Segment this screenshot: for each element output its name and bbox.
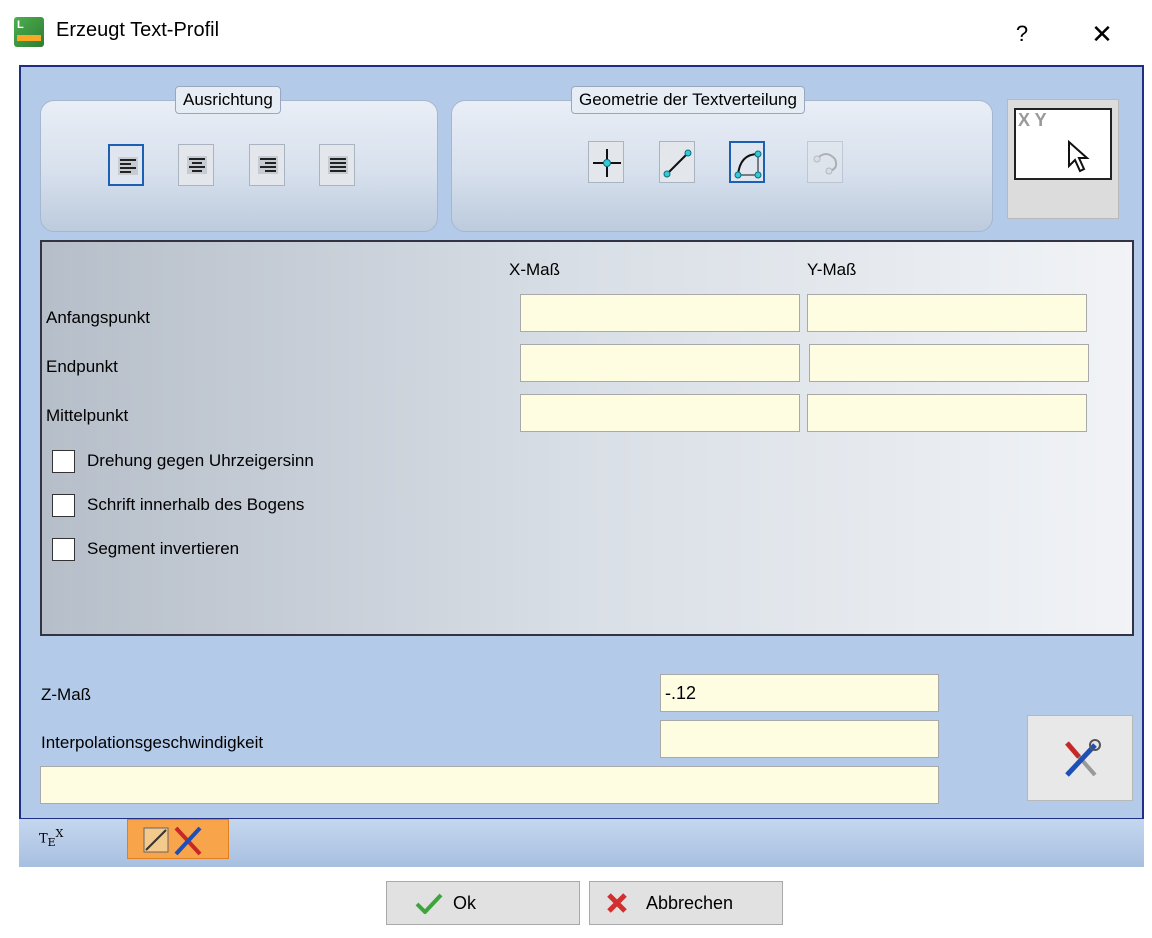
z-measure-label: Z-Maß — [41, 685, 92, 704]
invert-segment-label: Segment invertieren — [87, 539, 240, 558]
start-point-label: Anfangspunkt — [46, 308, 150, 327]
center-point-y-input[interactable] — [807, 394, 1087, 432]
tab-text[interactable]: TEX — [39, 827, 63, 849]
dialog-footer: Ok Abbrechen — [0, 867, 1152, 938]
tools-button[interactable] — [1027, 715, 1133, 801]
align-right-button[interactable] — [249, 144, 285, 186]
inside-arc-label: Schrift innerhalb des Bogens — [87, 495, 305, 514]
pick-point-preview-button[interactable]: X Y — [1007, 99, 1119, 219]
ccw-rotation-checkbox[interactable] — [52, 450, 75, 473]
start-point-x-input[interactable] — [520, 294, 800, 332]
end-point-y-input[interactable] — [809, 344, 1089, 382]
xy-overlay-label: X Y — [1018, 110, 1047, 130]
tab-tools[interactable] — [127, 819, 229, 859]
align-left-icon — [118, 157, 138, 175]
align-justify-button[interactable] — [319, 144, 355, 186]
title-bar: L Erzeugt Text-Profil ? ✕ — [0, 0, 1152, 64]
geometry-arc-button[interactable] — [729, 141, 765, 183]
ccw-rotation-label: Drehung gegen Uhrzeigersinn — [87, 451, 314, 470]
interpolation-speed-label: Interpolationsgeschwindigkeit — [41, 733, 264, 752]
align-justify-icon — [328, 156, 348, 174]
crosshair-point-icon — [593, 149, 621, 177]
center-point-label: Mittelpunkt — [46, 406, 129, 425]
center-point-x-input[interactable] — [520, 394, 800, 432]
alignment-group-label: Ausrichtung — [175, 86, 281, 114]
text-input[interactable] — [40, 766, 939, 804]
align-center-button[interactable] — [178, 144, 214, 186]
end-point-x-input[interactable] — [520, 344, 800, 382]
ok-button[interactable]: Ok — [386, 881, 580, 925]
alignment-group: Ausrichtung — [40, 86, 438, 232]
close-button[interactable]: ✕ — [1082, 14, 1122, 54]
main-panel: Ausrichtung Geometrie der Textverteilung… — [19, 65, 1144, 820]
window-title: Erzeugt Text-Profil — [56, 19, 220, 41]
geometry-line-button[interactable] — [659, 141, 695, 183]
interpolation-speed-input[interactable] — [660, 720, 939, 758]
z-measure-input[interactable] — [660, 674, 939, 712]
ok-label: Ok — [453, 893, 477, 913]
y-column-header: Y-Maß — [807, 260, 857, 279]
invert-segment-checkbox[interactable] — [52, 538, 75, 561]
inside-arc-checkbox[interactable] — [52, 494, 75, 517]
align-right-icon — [258, 156, 278, 174]
tab-bar: TEX — [19, 819, 1144, 867]
cursor-arrow-icon — [1068, 140, 1090, 173]
parameters-panel: X-Maß Y-Maß Anfangspunkt Endpunkt Mittel… — [40, 240, 1134, 636]
cancel-button[interactable]: Abbrechen — [589, 881, 783, 925]
align-center-icon — [187, 156, 207, 174]
arc-icon — [734, 150, 762, 179]
curve-icon — [813, 153, 838, 175]
help-button[interactable]: ? — [1002, 14, 1042, 54]
geometry-group: Geometrie der Textverteilung — [451, 86, 993, 232]
checkmark-icon — [415, 893, 443, 914]
end-point-label: Endpunkt — [46, 357, 118, 376]
tools-tab-icon — [143, 826, 202, 856]
cancel-label: Abbrechen — [646, 893, 734, 913]
preview-area: X Y — [1014, 108, 1112, 180]
align-left-button[interactable] — [108, 144, 144, 186]
start-point-y-input[interactable] — [807, 294, 1087, 332]
tools-icon — [1065, 739, 1101, 777]
geometry-point-button[interactable] — [588, 141, 624, 183]
cancel-x-icon — [607, 893, 627, 913]
x-column-header: X-Maß — [509, 260, 560, 279]
app-icon: L — [14, 17, 44, 47]
geometry-curve-button[interactable] — [807, 141, 843, 183]
geometry-group-label: Geometrie der Textverteilung — [571, 86, 805, 114]
line-segment-icon — [663, 149, 692, 178]
